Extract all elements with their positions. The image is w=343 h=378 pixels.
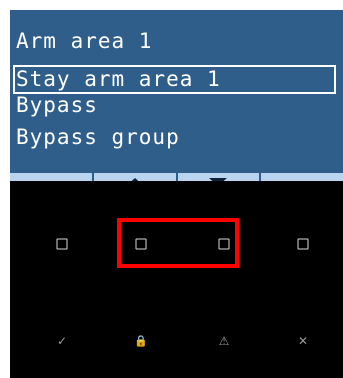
lcd-screen: Arm area 1 Stay arm area 1 Bypass Bypass… (10, 10, 343, 191)
menu-item-bypass[interactable]: Bypass (13, 91, 98, 120)
keypad-device: Arm area 1 Stay arm area 1 Bypass Bypass… (0, 0, 343, 378)
menu-item-arm-area[interactable]: Arm area 1 (13, 27, 152, 56)
highlight-box (117, 218, 239, 268)
lock-icon[interactable]: 🔒 (134, 336, 148, 347)
checkmark-icon[interactable]: ✓ (57, 335, 67, 347)
key-panel: ✓ 🔒 ⚠ ✕ (10, 181, 343, 378)
softkey-button-4[interactable] (297, 238, 309, 250)
menu-item-bypass-group[interactable]: Bypass group (13, 123, 180, 152)
close-icon[interactable]: ✕ (298, 335, 308, 347)
softkey-button-1[interactable] (56, 238, 68, 250)
warning-icon[interactable]: ⚠ (219, 335, 230, 347)
menu-item-stay-arm-area[interactable]: Stay arm area 1 (13, 65, 336, 94)
